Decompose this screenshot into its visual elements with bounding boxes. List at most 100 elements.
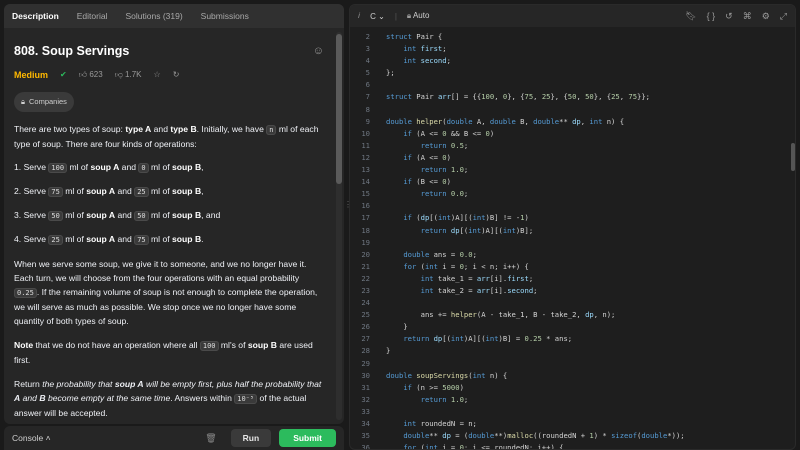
panel-resize-handle[interactable]: ⋮ xyxy=(344,200,352,220)
code-line[interactable]: 36 for (int i = 0; i <= roundedN; i++) { xyxy=(350,442,795,449)
code-line[interactable]: 21 for (int i = 0; i < n; i++) { xyxy=(350,261,795,273)
star-icon[interactable]: ☆ xyxy=(154,68,161,82)
like-button[interactable]: 👍︎ 623 xyxy=(79,68,103,82)
code-line[interactable]: 3 int first; xyxy=(350,43,795,55)
fold-gutter[interactable] xyxy=(374,104,386,116)
companies-tag[interactable]: 🔒︎ Companies xyxy=(14,92,74,112)
fold-gutter[interactable] xyxy=(374,31,386,43)
submit-button[interactable]: Submit xyxy=(279,429,336,447)
code-line[interactable]: 14 if (B <= 0) xyxy=(350,176,795,188)
code-line[interactable]: 34 int roundedN = n; xyxy=(350,418,795,430)
code-line[interactable]: 10 if (A <= 0 && B <= 0) xyxy=(350,128,795,140)
fold-gutter[interactable] xyxy=(374,345,386,357)
fold-gutter[interactable] xyxy=(374,79,386,91)
code-line[interactable]: 2 struct Pair { xyxy=(350,31,795,43)
fold-gutter[interactable] xyxy=(374,152,386,164)
fold-gutter[interactable] xyxy=(374,394,386,406)
code-line[interactable]: 13 return 1.0; xyxy=(350,164,795,176)
fold-gutter[interactable] xyxy=(374,43,386,55)
code-line[interactable]: 11 return 0.5; xyxy=(350,140,795,152)
run-button[interactable]: Run xyxy=(230,429,272,447)
fold-gutter[interactable] xyxy=(374,116,386,128)
gear-icon[interactable]: ⚙ xyxy=(762,11,770,22)
scrollbar-thumb[interactable] xyxy=(336,34,342,184)
fold-gutter[interactable] xyxy=(374,249,386,261)
line-number: 22 xyxy=(361,273,370,283)
tab-description[interactable]: Description xyxy=(12,4,59,28)
fold-gutter[interactable] xyxy=(374,382,386,394)
fold-gutter[interactable] xyxy=(374,188,386,200)
fold-gutter[interactable] xyxy=(374,285,386,297)
fold-gutter[interactable] xyxy=(374,261,386,273)
code-line[interactable]: 26 } xyxy=(350,321,795,333)
tab-submissions[interactable]: Submissions xyxy=(201,4,249,28)
code-line[interactable]: 25 ans += helper(A - take_1, B - take_2,… xyxy=(350,309,795,321)
code-line[interactable]: 27 return dp[(int)A][(int)B] = 0.25 * an… xyxy=(350,333,795,345)
code-line[interactable]: 23 int take_2 = arr[i].second; xyxy=(350,285,795,297)
share-icon[interactable]: ↻ xyxy=(173,68,180,82)
fold-gutter[interactable] xyxy=(374,442,386,449)
console-toggle[interactable]: Console ˄ xyxy=(12,433,51,443)
tab-editorial[interactable]: Editorial xyxy=(77,4,108,28)
code-line[interactable]: 8 xyxy=(350,104,795,116)
smile-icon[interactable]: ☺ xyxy=(313,44,324,58)
command-icon[interactable]: ⌘ xyxy=(743,11,752,22)
code-line[interactable]: 19 xyxy=(350,237,795,249)
fold-gutter[interactable] xyxy=(374,273,386,285)
code-line[interactable]: 6 xyxy=(350,79,795,91)
code-line[interactable]: 33 xyxy=(350,406,795,418)
fold-gutter[interactable] xyxy=(374,297,386,309)
code-line[interactable]: 7 struct Pair arr[] = {{100, 0}, {75, 25}… xyxy=(350,91,795,103)
code-line[interactable]: 31 if (n >= 5000) xyxy=(350,382,795,394)
code-line[interactable]: 15 return 0.0; xyxy=(350,188,795,200)
thumbs-up-icon: 👍︎ xyxy=(78,70,88,79)
reset-icon[interactable]: ↺ xyxy=(725,11,733,22)
code-lines[interactable]: 2 struct Pair {3 int first; 4 int second; 5… xyxy=(350,31,795,449)
fold-gutter[interactable] xyxy=(374,164,386,176)
fold-gutter[interactable] xyxy=(374,333,386,345)
fold-gutter[interactable] xyxy=(374,358,386,370)
fold-gutter[interactable] xyxy=(374,128,386,140)
code-line[interactable]: 16 xyxy=(350,200,795,212)
fold-gutter[interactable] xyxy=(374,91,386,103)
code-line[interactable]: 29 xyxy=(350,358,795,370)
fold-gutter[interactable] xyxy=(374,176,386,188)
code-line[interactable]: 18 return dp[(int)A][(int)B]; xyxy=(350,225,795,237)
fold-gutter[interactable] xyxy=(374,237,386,249)
fold-gutter[interactable] xyxy=(374,67,386,79)
fold-gutter[interactable] xyxy=(374,200,386,212)
code-line[interactable]: 17 if (dp[(int)A][(int)B] != -1) xyxy=(350,212,795,224)
fold-gutter[interactable] xyxy=(374,140,386,152)
code-line[interactable]: 28} xyxy=(350,345,795,357)
fold-gutter[interactable] xyxy=(374,212,386,224)
fold-gutter[interactable] xyxy=(374,406,386,418)
expand-icon[interactable]: ⤢ xyxy=(780,11,787,22)
auto-mode[interactable]: 🔒︎ Auto xyxy=(407,11,430,21)
code-line[interactable]: 35 double** dp = (double**)malloc((round… xyxy=(350,430,795,442)
code-line[interactable]: 30 double soupServings(int n) { xyxy=(350,370,795,382)
braces-icon[interactable]: { } xyxy=(707,11,716,21)
fold-gutter[interactable] xyxy=(374,309,386,321)
line-text: if (B <= 0) xyxy=(403,177,451,187)
code-line[interactable]: 22 int take_1 = arr[i].first; xyxy=(350,273,795,285)
dislike-button[interactable]: 👎︎ 1.7K xyxy=(115,68,142,82)
description-scrollbar[interactable] xyxy=(336,32,342,420)
tab-solutions[interactable]: Solutions (319) xyxy=(125,4,182,28)
fold-gutter[interactable] xyxy=(374,225,386,237)
trash-icon[interactable]: 🗑︎ xyxy=(205,433,216,444)
fold-gutter[interactable] xyxy=(374,418,386,430)
code-line[interactable]: 32 return 1.0; xyxy=(350,394,795,406)
fold-gutter[interactable] xyxy=(374,370,386,382)
language-select[interactable]: C ⌄ xyxy=(370,12,385,21)
code-line[interactable]: 20 double ans = 0.0; xyxy=(350,249,795,261)
code-line[interactable]: 4 int second; xyxy=(350,55,795,67)
bookmark-icon[interactable]: 🔖︎ xyxy=(685,11,696,22)
code-line[interactable]: 24 xyxy=(350,297,795,309)
code-line[interactable]: 5}; xyxy=(350,67,795,79)
fold-gutter[interactable] xyxy=(374,321,386,333)
fold-gutter[interactable] xyxy=(374,55,386,67)
editor-scroll-handle[interactable] xyxy=(791,143,795,171)
code-line[interactable]: 9 double helper(double A, double B, doubl… xyxy=(350,116,795,128)
code-line[interactable]: 12 if (A <= 0) xyxy=(350,152,795,164)
fold-gutter[interactable] xyxy=(374,430,386,442)
